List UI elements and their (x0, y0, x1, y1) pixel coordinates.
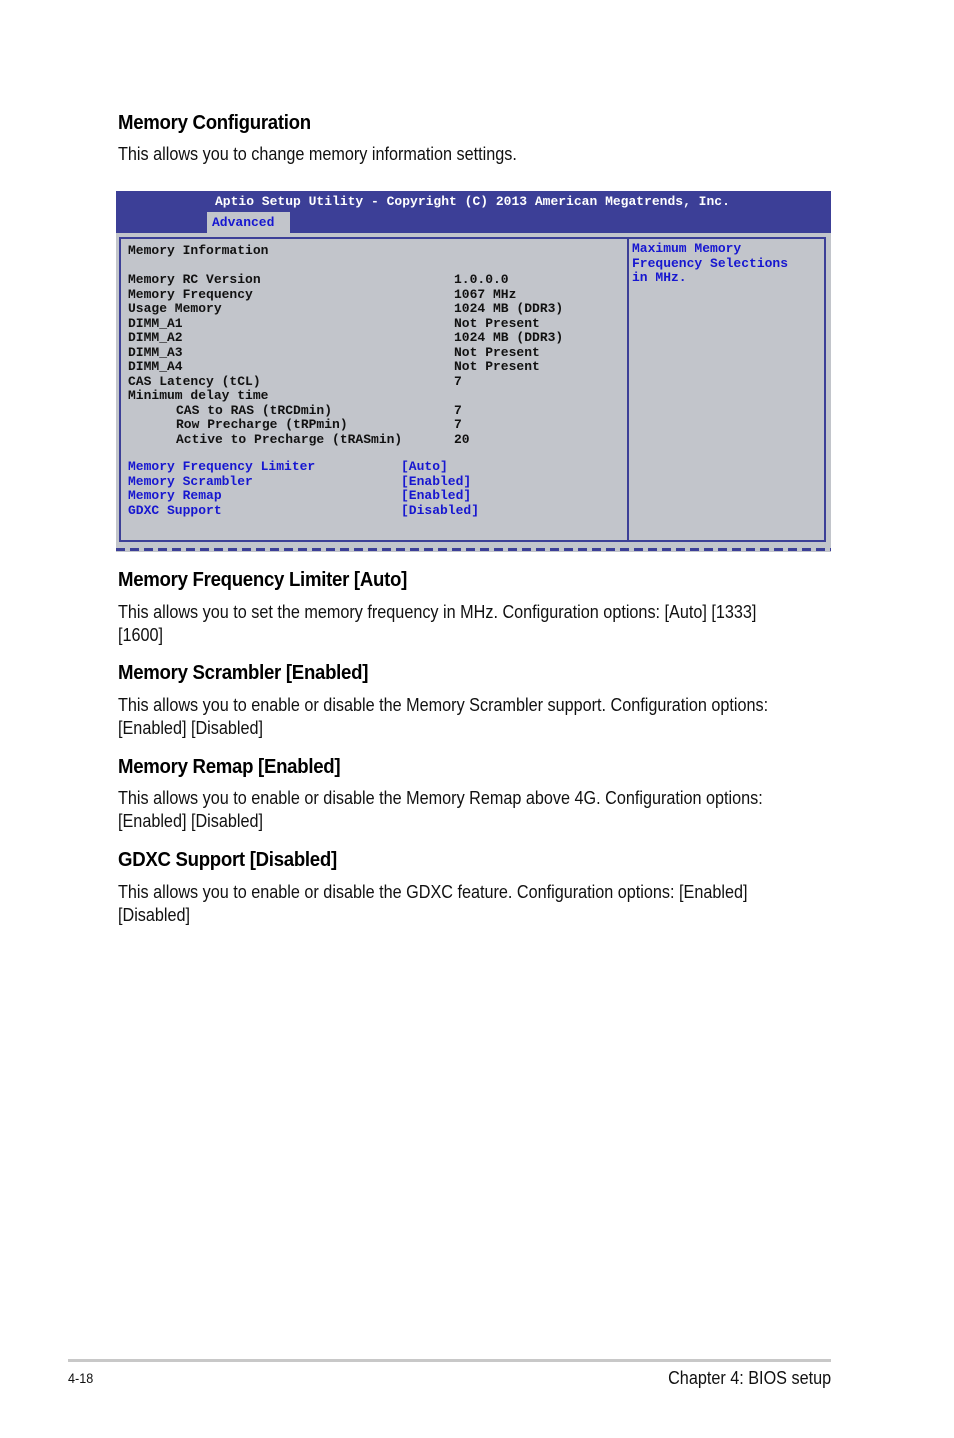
footer-rule (68, 1359, 831, 1362)
setting-label: Memory Frequency Limiter (128, 459, 316, 474)
setting-value: [Disabled] (401, 502, 480, 518)
info-label: Active to Precharge (tRASmin) (176, 431, 403, 447)
item-heading: Memory Frequency Limiter [Auto] (118, 569, 407, 591)
bios-dashed-divider (116, 548, 831, 551)
setting-label: Memory Scrambler (128, 473, 253, 489)
section-title: Memory Configuration (118, 112, 311, 134)
item-heading: Memory Remap [Enabled] (118, 756, 341, 778)
bios-help-text: Maximum Memory Frequency Selections in M… (632, 241, 789, 285)
info-value: Not Present (454, 315, 540, 331)
info-label: Memory Frequency (128, 286, 253, 302)
info-value: Not Present (454, 359, 540, 374)
info-value: 7 (454, 402, 462, 418)
tab-advanced-label: Advanced (212, 215, 275, 230)
info-value: 20 (454, 431, 470, 447)
info-label: DIMM_A1 (128, 315, 183, 331)
item-description: This allows you to enable or disable the… (118, 695, 769, 738)
item-description: This allows you to enable or disable the… (118, 882, 748, 925)
info-label: DIMM_A3 (128, 344, 183, 360)
info-value: 1.0.0.0 (454, 272, 509, 287)
bios-header: Aptio Setup Utility - Copyright (C) 2013… (116, 191, 831, 233)
chapter-label: Chapter 4: BIOS setup (668, 1368, 831, 1388)
tab-advanced[interactable]: Advanced (207, 212, 290, 233)
bios-divider (627, 237, 629, 542)
info-value: 1067 MHz (454, 286, 517, 302)
item-description: This allows you to set the memory freque… (118, 602, 757, 645)
bios-screenshot: Aptio Setup Utility - Copyright (C) 2013… (116, 191, 831, 552)
info-value: 7 (454, 417, 462, 432)
heading-label: Memory Information (128, 243, 269, 258)
info-value: 1024 MB (DDR3) (454, 301, 564, 316)
setting-value: [Enabled] (401, 488, 472, 503)
info-value: Not Present (454, 344, 540, 360)
item-heading: GDXC Support [Disabled] (118, 849, 337, 871)
item-description: This allows you to enable or disable the… (118, 788, 763, 831)
item-heading: Memory Scrambler [Enabled] (118, 662, 369, 684)
info-label: Minimum delay time (128, 388, 269, 403)
info-label: DIMM_A2 (128, 330, 183, 345)
info-label: DIMM_A4 (128, 359, 183, 374)
info-value: 7 (454, 373, 462, 389)
setting-label: Memory Remap (128, 488, 222, 503)
setting-value: [Enabled] (401, 473, 472, 489)
page-number: 4-18 (68, 1370, 94, 1386)
setting-label: GDXC Support (128, 502, 222, 518)
setting-value: [Auto] (401, 459, 448, 474)
info-value: 1024 MB (DDR3) (454, 330, 564, 345)
info-label: Memory RC Version (128, 272, 261, 287)
info-label: CAS Latency (tCL) (128, 373, 261, 389)
info-label: Row Precharge (tRPmin) (176, 417, 348, 432)
section-intro: This allows you to change memory informa… (118, 144, 517, 164)
info-label: Usage Memory (128, 301, 222, 316)
info-label: CAS to RAS (tRCDmin) (176, 402, 333, 418)
bios-title: Aptio Setup Utility - Copyright (C) 2013… (215, 194, 730, 209)
